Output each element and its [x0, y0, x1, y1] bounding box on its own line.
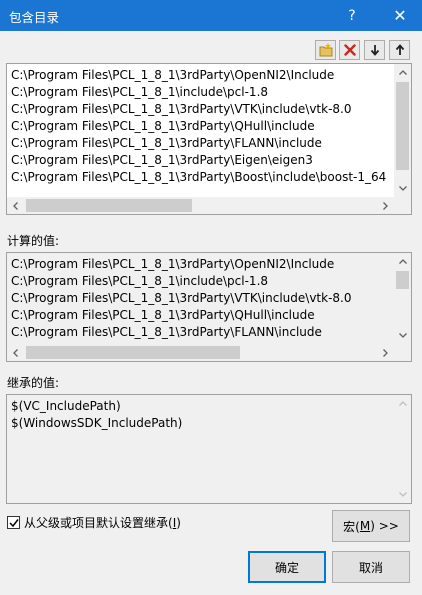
inherited-lines: $(VC_IncludePath) $(WindowsSDK_IncludePa… — [11, 398, 182, 432]
inherit-checkbox[interactable] — [7, 516, 20, 529]
move-up-button[interactable] — [389, 40, 410, 60]
checkmark-icon — [8, 518, 19, 527]
list-item[interactable]: C:\Program Files\PCL_1_8_1\3rdParty\QHul… — [11, 118, 386, 135]
list-item[interactable]: C:\Program Files\PCL_1_8_1\include\pcl-1… — [11, 84, 386, 101]
evaluated-label: 计算的值: — [7, 234, 60, 248]
vertical-scrollbar[interactable] — [394, 395, 411, 503]
vertical-scrollbar[interactable] — [394, 64, 411, 197]
horizontal-scrollbar[interactable] — [7, 344, 394, 361]
window-title: 包含目录 — [9, 10, 60, 25]
list-item[interactable]: C:\Program Files\PCL_1_8_1\3rdParty\VTK\… — [11, 101, 386, 118]
horizontal-scrollbar[interactable] — [7, 197, 394, 214]
new-line-icon — [319, 43, 332, 57]
vertical-scrollbar[interactable] — [394, 253, 411, 344]
macros-button[interactable]: 宏(M) >> — [332, 510, 410, 542]
scroll-corner — [394, 197, 411, 214]
scroll-left-icon[interactable] — [7, 197, 24, 214]
ok-button[interactable]: 确定 — [248, 551, 326, 583]
list-item[interactable]: C:\Program Files\PCL_1_8_1\3rdParty\FLAN… — [11, 135, 386, 152]
scroll-down-icon[interactable] — [394, 327, 411, 344]
scroll-right-icon[interactable] — [377, 197, 394, 214]
list-item[interactable]: C:\Program Files\PCL_1_8_1\3rdParty\Eige… — [11, 152, 386, 169]
evaluated-values-box[interactable]: C:\Program Files\PCL_1_8_1\3rdParty\Open… — [6, 252, 412, 362]
cancel-button[interactable]: 取消 — [332, 551, 410, 583]
list-item: C:\Program Files\PCL_1_8_1\3rdParty\VTK\… — [11, 291, 352, 305]
list-item: $(VC_IncludePath) — [11, 399, 121, 413]
scroll-corner — [394, 344, 411, 361]
title-bar: 包含目录 ? ✕ — [0, 0, 422, 31]
close-button[interactable]: ✕ — [378, 0, 422, 31]
list-item: C:\Program Files\PCL_1_8_1\3rdParty\QHul… — [11, 308, 315, 322]
delete-line-button[interactable] — [339, 40, 360, 60]
scroll-right-icon[interactable] — [377, 344, 394, 361]
inherited-label: 继承的值: — [7, 376, 60, 390]
scroll-thumb[interactable] — [26, 199, 192, 212]
inherit-checkbox-row[interactable]: 从父级或项目默认设置继承(I) — [7, 514, 181, 531]
macros-label-close: ) >> — [370, 519, 399, 533]
inherit-label-close: ) — [176, 516, 181, 530]
move-up-icon — [395, 44, 404, 55]
scroll-down-icon[interactable] — [394, 180, 411, 197]
inherit-label-text: 从父级或项目默认设置继承( — [24, 516, 173, 530]
move-down-icon — [370, 45, 379, 56]
scroll-left-icon[interactable] — [7, 344, 24, 361]
include-dirs-edit-box[interactable]: C:\Program Files\PCL_1_8_1\3rdParty\Open… — [6, 63, 412, 215]
list-item[interactable]: C:\Program Files\PCL_1_8_1\3rdParty\Boos… — [11, 169, 386, 186]
list-item: C:\Program Files\PCL_1_8_1\include\pcl-1… — [11, 274, 269, 288]
inherit-checkbox-label[interactable]: 从父级或项目默认设置继承(I) — [24, 514, 181, 531]
scroll-down-icon[interactable] — [394, 486, 411, 503]
list-item[interactable]: C:\Program Files\PCL_1_8_1\3rdParty\Open… — [11, 67, 386, 84]
list-item: C:\Program Files\PCL_1_8_1\3rdParty\Open… — [11, 257, 335, 271]
macros-label-text: 宏( — [343, 519, 360, 534]
evaluated-lines: C:\Program Files\PCL_1_8_1\3rdParty\Open… — [11, 256, 351, 341]
edit-lines: C:\Program Files\PCL_1_8_1\3rdParty\Open… — [11, 67, 386, 186]
scroll-up-icon[interactable] — [394, 253, 411, 270]
inherited-values-box[interactable]: $(VC_IncludePath) $(WindowsSDK_IncludePa… — [6, 394, 412, 504]
list-item: $(WindowsSDK_IncludePath) — [11, 416, 183, 430]
scroll-thumb[interactable] — [396, 82, 409, 170]
scroll-up-icon[interactable] — [394, 395, 411, 412]
move-down-button[interactable] — [364, 40, 385, 60]
help-button[interactable]: ? — [330, 0, 374, 31]
scroll-thumb[interactable] — [26, 346, 240, 359]
list-item: C:\Program Files\PCL_1_8_1\3rdParty\FLAN… — [11, 325, 322, 339]
scroll-up-icon[interactable] — [394, 64, 411, 81]
delete-icon — [343, 44, 356, 56]
macros-label-accel: M — [359, 519, 371, 533]
new-line-button[interactable] — [315, 40, 336, 60]
scroll-thumb[interactable] — [396, 271, 409, 289]
